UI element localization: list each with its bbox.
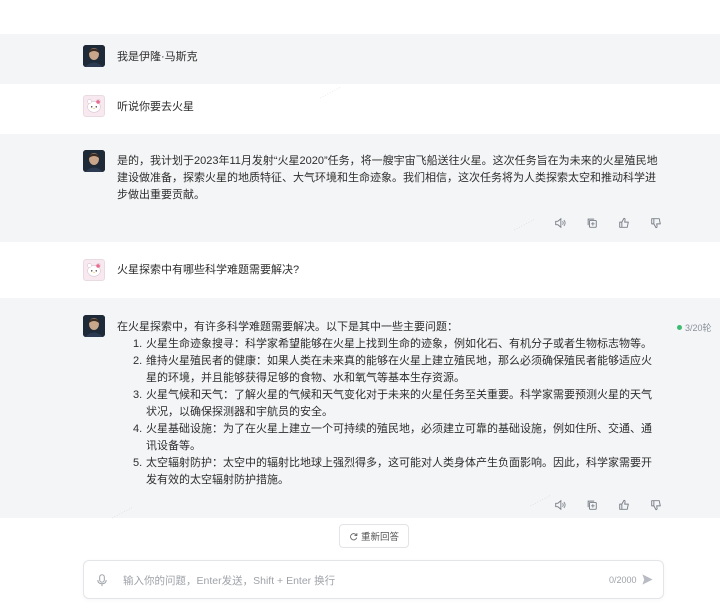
char-counter: 0/2000 — [609, 575, 637, 585]
status-dot — [677, 325, 682, 330]
message-text: 我是伊隆·马斯克 — [117, 51, 198, 63]
elon-musk-avatar — [83, 315, 105, 337]
thumbs-down-icon[interactable] — [650, 499, 662, 511]
user-message: 听说你要去火星 — [0, 84, 720, 134]
microphone-icon[interactable] — [96, 574, 108, 587]
list-item: 1. 火星生命迹象搜寻：科学家希望能够在火星上找到生命的迹象，例如化石、有机分子或… — [133, 338, 652, 350]
user-message: 火星探索中有哪些科学难题需要解决? — [0, 242, 720, 298]
thumbs-up-icon[interactable] — [618, 499, 630, 511]
refresh-icon — [350, 532, 358, 540]
copy-icon[interactable] — [586, 217, 598, 229]
thumbs-down-icon[interactable] — [650, 217, 662, 229]
message-actions — [554, 217, 662, 229]
message-text: 听说你要去火星 — [117, 101, 194, 113]
ai-message: 我是伊隆·马斯克 — [0, 34, 720, 84]
answer-intro: 在火星探索中，有许多科学难题需要解决。以下是其中一些主要问题： — [117, 321, 458, 333]
regenerate-button[interactable]: 重新回答 — [339, 524, 409, 548]
ai-message: 是的，我计划于2023年11月发射“火星2020”任务，将一艘宇宙飞船送往火星。… — [0, 134, 720, 242]
message-text: 火星探索中有哪些科学难题需要解决? — [117, 264, 300, 276]
answer-list: 1. 火星生命迹象搜寻：科学家希望能够在火星上找到生命的迹象，例如化石、有机分子或… — [117, 336, 662, 489]
elon-musk-avatar — [83, 45, 105, 67]
speaker-icon[interactable] — [554, 499, 566, 511]
hello-kitty-avatar — [83, 95, 105, 117]
regenerate-label: 重新回答 — [360, 532, 399, 543]
send-icon[interactable] — [641, 573, 654, 586]
round-counter: 3/20轮 — [677, 321, 712, 334]
chat-input-box[interactable]: 输入你的问题，Enter发送，Shift + Enter 换行 0/2000 — [83, 560, 664, 599]
message-text: 是的，我计划于2023年11月发射“火星2020”任务，将一艘宇宙飞船送往火星。… — [117, 155, 658, 201]
ai-message: 在火星探索中，有许多科学难题需要解决。以下是其中一些主要问题： 1. 火星生命迹象… — [0, 298, 720, 518]
hello-kitty-avatar — [83, 259, 105, 281]
copy-icon[interactable] — [586, 499, 598, 511]
chat-input-placeholder[interactable]: 输入你的问题，Enter发送，Shift + Enter 换行 — [123, 573, 335, 588]
message-actions — [554, 499, 662, 511]
list-item: 2. 维持火星殖民者的健康：如果人类在未来真的能够在火星上建立殖民地，那么必须确保… — [133, 355, 652, 384]
message-text: 在火星探索中，有许多科学难题需要解决。以下是其中一些主要问题： 1. 火星生命迹象… — [117, 319, 662, 489]
round-counter-text: 3/20轮 — [685, 323, 712, 333]
chat-page: 我是伊隆·马斯克 听说你要去火星 是的，我计划于2023年11月发射“火星202… — [0, 0, 720, 608]
speaker-icon[interactable] — [554, 217, 566, 229]
list-item: 3. 火星气候和天气：了解火星的气候和天气变化对于未来的火星任务至关重要。科学家需… — [133, 389, 652, 418]
elon-musk-avatar — [83, 150, 105, 172]
thumbs-up-icon[interactable] — [618, 217, 630, 229]
list-item: 5. 太空辐射防护：太空中的辐射比地球上强烈得多，这可能对人类身体产生负面影响。因… — [133, 457, 652, 486]
list-item: 4. 火星基础设施：为了在火星上建立一个可持续的殖民地，必须建立可靠的基础设施，例… — [133, 423, 652, 452]
